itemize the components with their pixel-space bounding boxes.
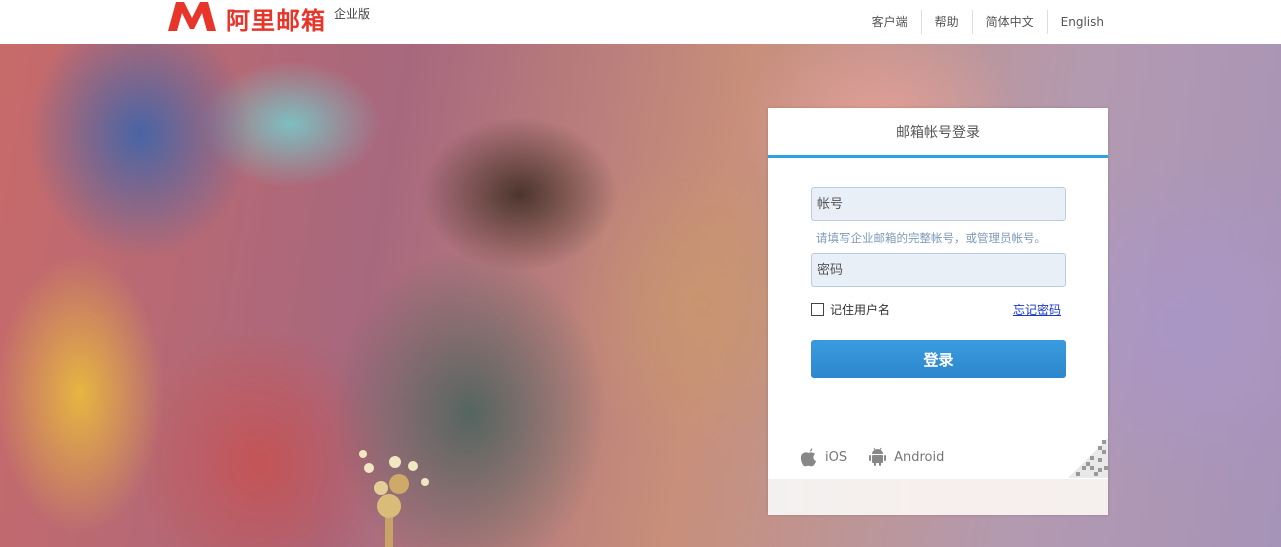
apple-icon xyxy=(800,448,816,467)
logo-text: 阿里邮箱 xyxy=(226,7,326,35)
login-button[interactable]: 登录 xyxy=(811,340,1066,378)
login-card: 邮箱帐号登录 请填写企业邮箱的完整帐号，或管理员帐号。 记住用户名 忘记密码 登… xyxy=(768,108,1108,515)
account-hint: 请填写企业邮箱的完整帐号，或管理员帐号。 xyxy=(816,231,1046,245)
nav-client[interactable]: 客户端 xyxy=(859,10,921,34)
card-footer xyxy=(768,479,1108,515)
remember-row: 记住用户名 忘记密码 xyxy=(811,300,1066,320)
logo[interactable]: 阿里邮箱 企业版 xyxy=(166,0,371,35)
ios-app-link[interactable]: iOS xyxy=(800,447,847,467)
login-form: 请填写企业邮箱的完整帐号，或管理员帐号。 记住用户名 忘记密码 登录 xyxy=(811,187,1066,378)
aliyun-mail-logo-icon xyxy=(168,2,216,31)
account-input[interactable] xyxy=(811,187,1066,221)
login-title: 邮箱帐号登录 xyxy=(768,108,1108,158)
forgot-password-link[interactable]: 忘记密码 xyxy=(1013,301,1061,318)
remember-checkbox[interactable] xyxy=(811,303,824,316)
top-nav: 客户端 帮助 简体中文 English xyxy=(859,10,1117,34)
ios-label: iOS xyxy=(825,449,848,465)
nav-language-zh[interactable]: 简体中文 xyxy=(971,10,1047,34)
android-icon xyxy=(869,447,887,466)
edition-label: 企业版 xyxy=(334,7,371,21)
android-label: Android xyxy=(894,449,945,465)
remember-label[interactable]: 记住用户名 xyxy=(830,301,890,318)
flower-decoration xyxy=(359,450,429,547)
hero-background: 邮箱帐号登录 请填写企业邮箱的完整帐号，或管理员帐号。 记住用户名 忘记密码 登… xyxy=(0,44,1281,547)
nav-language-en[interactable]: English xyxy=(1046,10,1117,34)
nav-help[interactable]: 帮助 xyxy=(920,10,972,34)
app-downloads: iOS Android xyxy=(800,447,966,467)
qr-code-icon[interactable] xyxy=(1068,438,1108,478)
password-input[interactable] xyxy=(811,253,1066,287)
top-bar: 阿里邮箱 企业版 客户端 帮助 简体中文 English xyxy=(0,0,1281,44)
android-app-link[interactable]: Android xyxy=(869,447,944,467)
